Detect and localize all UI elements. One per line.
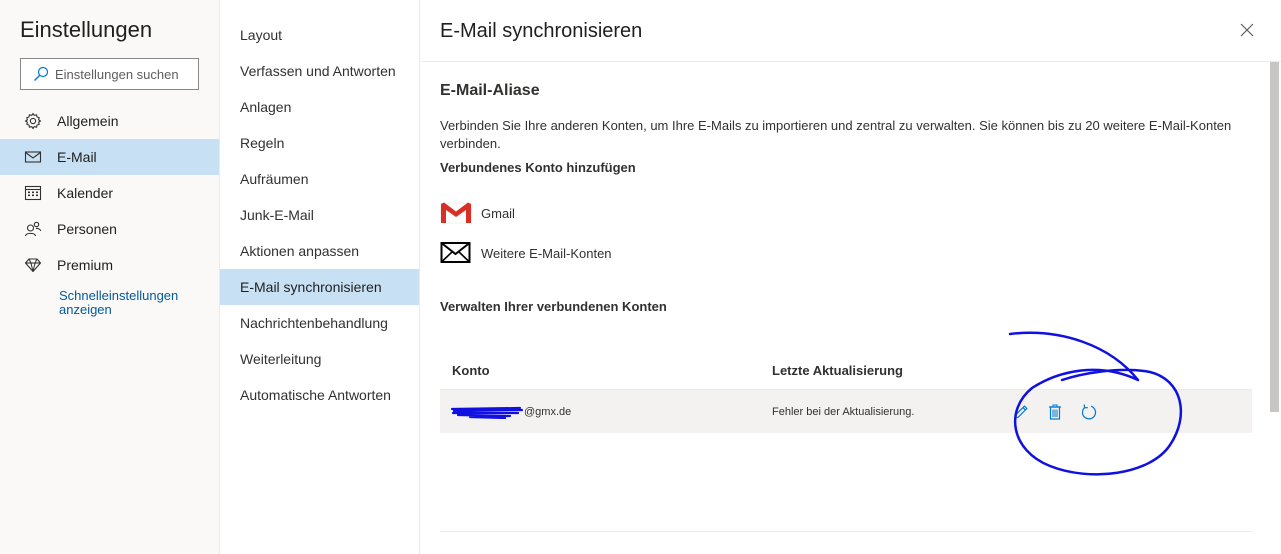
nav-item-label: Personen <box>57 221 117 237</box>
menu-item-sync-email[interactable]: E-Mail synchronisieren <box>220 269 419 305</box>
menu-item-sweep[interactable]: Aufräumen <box>220 161 419 197</box>
account-address: @gmx.de <box>524 405 572 418</box>
edit-button[interactable] <box>1012 403 1030 421</box>
menu-item-automatic-replies[interactable]: Automatische Antworten <box>220 377 419 413</box>
nav-item-label: Premium <box>57 257 114 273</box>
nav-item-label: Allgemein <box>57 113 119 129</box>
add-gmail-link[interactable]: Gmail <box>440 199 515 227</box>
quick-settings-link[interactable]: Schnelleinstellungen anzeigen <box>59 289 209 317</box>
redaction-scribble <box>450 406 524 419</box>
trash-icon <box>1049 404 1061 420</box>
menu-item-message-handling[interactable]: Nachrichtenbehandlung <box>220 305 419 341</box>
settings-search-input[interactable] <box>55 66 193 82</box>
settings-nav: Allgemein E-Mail Kalender Personen Premi… <box>0 103 219 283</box>
nav-item-allgemein[interactable]: Allgemein <box>0 103 219 139</box>
last-update-cell: Fehler bei der Aktualisierung. <box>772 405 915 418</box>
calendar-icon <box>24 184 42 202</box>
refresh-icon <box>1081 403 1097 419</box>
menu-item-forwarding[interactable]: Weiterleitung <box>220 341 419 377</box>
pane-scrollbar[interactable] <box>1270 62 1279 412</box>
pane-title: E-Mail synchronisieren <box>440 20 643 42</box>
nav-item-email[interactable]: E-Mail <box>0 139 219 175</box>
delete-button[interactable] <box>1046 403 1064 421</box>
gmail-icon <box>440 201 472 225</box>
row-actions <box>1012 403 1114 421</box>
provider-label: Weitere E-Mail-Konten <box>481 245 612 261</box>
column-header-account: Konto <box>452 363 490 378</box>
mail-icon <box>24 148 42 166</box>
account-cell: @gmx.de <box>440 405 772 419</box>
add-other-account-link[interactable]: Weitere E-Mail-Konten <box>440 239 612 267</box>
menu-item-junk[interactable]: Junk-E-Mail <box>220 197 419 233</box>
menu-item-rules[interactable]: Regeln <box>220 125 419 161</box>
nav-item-kalender[interactable]: Kalender <box>0 175 219 211</box>
nav-item-label: E-Mail <box>57 149 97 165</box>
menu-item-layout[interactable]: Layout <box>220 17 419 53</box>
mail-settings-menu: Layout Verfassen und Antworten Anlagen R… <box>220 0 420 554</box>
settings-sidebar: Einstellungen Allgemein E- <box>0 0 220 554</box>
menu-item-customize-actions[interactable]: Aktionen anpassen <box>220 233 419 269</box>
refresh-button[interactable] <box>1080 403 1098 421</box>
provider-label: Gmail <box>481 205 515 221</box>
people-icon <box>24 220 42 238</box>
nav-item-premium[interactable]: Premium <box>0 247 219 283</box>
gear-icon <box>24 112 42 130</box>
menu-item-compose[interactable]: Verfassen und Antworten <box>220 53 419 89</box>
diamond-icon <box>24 256 42 274</box>
add-account-title: Verbundenes Konto hinzufügen <box>440 160 636 175</box>
settings-title: Einstellungen <box>20 17 153 42</box>
column-header-last-update: Letzte Aktualisierung <box>772 363 903 378</box>
section-description: Verbinden Sie Ihre anderen Konten, um Ih… <box>440 118 1232 151</box>
section-title: E-Mail-Aliase <box>440 82 540 99</box>
manage-accounts-title: Verwalten Ihrer verbundenen Konten <box>440 299 667 314</box>
settings-search-box[interactable] <box>20 58 199 90</box>
nav-item-personen[interactable]: Personen <box>0 211 219 247</box>
close-button[interactable] <box>1238 21 1256 39</box>
table-row: @gmx.de Fehler bei der Aktualisierung. <box>440 390 1252 433</box>
close-icon <box>1240 23 1254 37</box>
search-icon <box>34 66 49 81</box>
pencil-icon <box>1014 405 1028 419</box>
header-divider <box>421 61 1281 62</box>
menu-item-attachments[interactable]: Anlagen <box>220 89 419 125</box>
envelope-icon <box>440 241 472 265</box>
sync-email-pane: E-Mail synchronisieren E-Mail-Aliase Ver… <box>421 0 1281 554</box>
bottom-divider <box>440 531 1252 532</box>
nav-item-label: Kalender <box>57 185 114 201</box>
table-header: Konto Letzte Aktualisierung <box>440 352 1252 390</box>
connected-accounts-table: Konto Letzte Aktualisierung @gmx.de Fehl… <box>440 352 1252 433</box>
